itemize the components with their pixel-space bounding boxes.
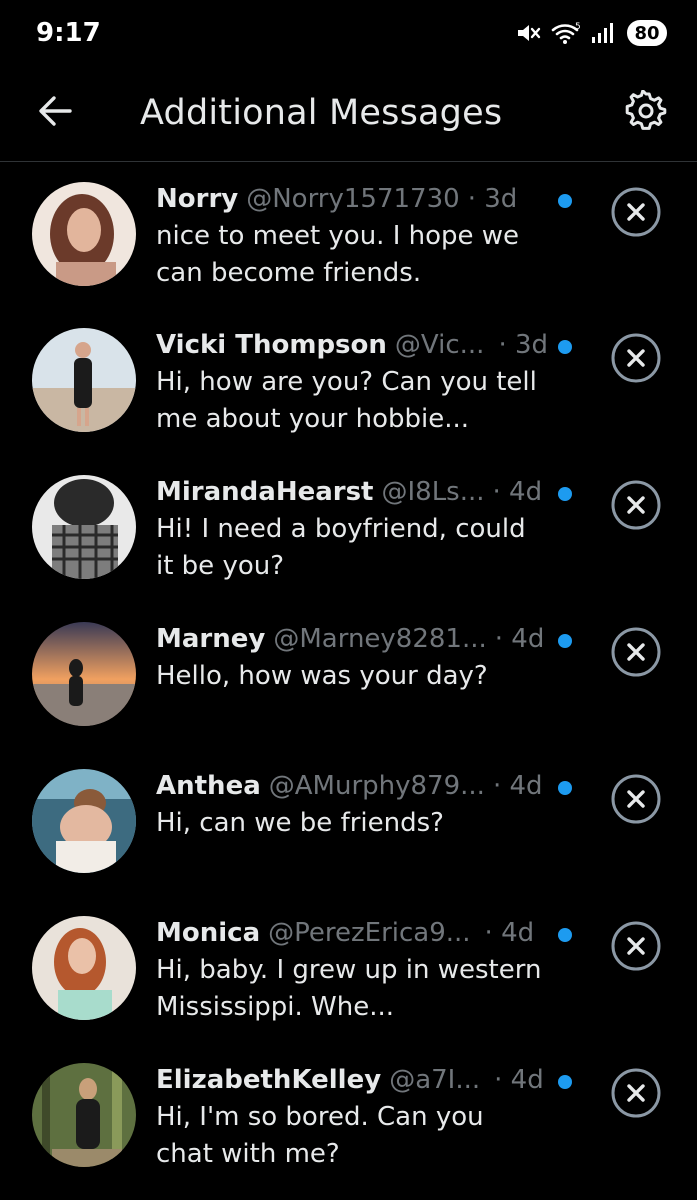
dismiss-button[interactable]	[610, 1067, 662, 1123]
message-time: · 3d	[498, 330, 546, 360]
message-time: · 4d	[494, 1065, 544, 1095]
message-content: Vicki Thompson @Vic... · 3d Hi, how are …	[156, 326, 546, 438]
signal-icon	[591, 21, 617, 45]
svg-text:5: 5	[575, 22, 581, 32]
dismiss-button[interactable]	[610, 186, 662, 242]
sender-name: Marney	[156, 624, 266, 654]
message-preview: Hi, can we be friends?	[156, 808, 444, 838]
message-preview: Hello, how was your day?	[156, 661, 488, 691]
unread-indicator	[558, 487, 572, 501]
avatar[interactable]	[32, 622, 136, 726]
message-preview: Hi, how are you? Can you tell me about y…	[156, 367, 537, 434]
message-header: ElizabethKelley @a7I... · 4d	[156, 1061, 546, 1099]
dismiss-button[interactable]	[610, 920, 662, 976]
message-time: · 4d	[492, 477, 543, 507]
message-time: · 4d	[494, 624, 545, 654]
unread-indicator	[558, 194, 572, 208]
message-content: Norry @Norry1571730 · 3d nice to meet yo…	[156, 180, 546, 292]
unread-indicator	[558, 340, 572, 354]
message-preview: nice to meet you. I hope we can become f…	[156, 221, 520, 288]
avatar[interactable]	[32, 1063, 136, 1167]
message-header: Vicki Thompson @Vic... · 3d	[156, 326, 546, 364]
message-time: · 4d	[484, 918, 535, 948]
message-preview: Hi, I'm so bored. Can you chat with me?	[156, 1102, 484, 1169]
message-header: Anthea @AMurphy879... · 4d	[156, 767, 546, 805]
message-header: MirandaHearst @I8Ls... · 4d	[156, 473, 546, 511]
back-arrow-icon	[37, 95, 73, 131]
message-row[interactable]: Marney @Marney8281... · 4d Hello, how wa…	[0, 602, 697, 748]
close-circle-icon	[610, 773, 662, 829]
header: Additional Messages	[0, 66, 697, 162]
settings-button[interactable]	[619, 86, 673, 140]
avatar[interactable]	[32, 328, 136, 432]
dismiss-button[interactable]	[610, 626, 662, 682]
message-row[interactable]: Norry @Norry1571730 · 3d nice to meet yo…	[0, 162, 697, 308]
message-preview: Hi! I need a boyfriend, could it be you?	[156, 514, 526, 581]
close-circle-icon	[610, 920, 662, 976]
avatar[interactable]	[32, 769, 136, 873]
sender-handle: @a7I...	[389, 1065, 481, 1095]
dismiss-button[interactable]	[610, 773, 662, 829]
dismiss-button[interactable]	[610, 332, 662, 388]
message-header: Marney @Marney8281... · 4d	[156, 620, 546, 658]
close-circle-icon	[610, 332, 662, 388]
gear-icon	[625, 89, 667, 136]
battery-icon: 80	[627, 20, 667, 46]
message-content: MirandaHearst @I8Ls... · 4d Hi! I need a…	[156, 473, 546, 585]
wifi-icon: 5	[551, 21, 581, 45]
status-icons: 5 80	[515, 18, 667, 48]
message-row[interactable]: MirandaHearst @I8Ls... · 4d Hi! I need a…	[0, 455, 697, 601]
unread-indicator	[558, 634, 572, 648]
page-title: Additional Messages	[140, 93, 503, 133]
sender-name: Norry	[156, 184, 239, 214]
sender-handle: @I8Ls...	[381, 477, 485, 507]
dismiss-button[interactable]	[610, 479, 662, 535]
unread-indicator	[558, 928, 572, 942]
status-bar: 9:17 5 80	[0, 0, 697, 66]
unread-indicator	[558, 1075, 572, 1089]
avatar[interactable]	[32, 182, 136, 286]
message-header: Monica @PerezErica9... · 4d	[156, 914, 546, 952]
sender-handle: @PerezErica9...	[268, 918, 471, 948]
message-row[interactable]: Vicki Thompson @Vic... · 3d Hi, how are …	[0, 308, 697, 454]
message-row[interactable]: Monica @PerezErica9... · 4d Hi, baby. I …	[0, 896, 697, 1042]
sender-handle: @AMurphy879...	[268, 771, 485, 801]
message-content: ElizabethKelley @a7I... · 4d Hi, I'm so …	[156, 1061, 546, 1173]
sender-handle: @Vic...	[394, 330, 485, 360]
close-circle-icon	[610, 1067, 662, 1123]
back-button[interactable]	[30, 88, 80, 138]
message-time: · 3d	[467, 184, 518, 214]
message-time: · 4d	[492, 771, 543, 801]
close-circle-icon	[610, 479, 662, 535]
sender-handle: @Marney8281...	[273, 624, 487, 654]
avatar[interactable]	[32, 916, 136, 1020]
sender-name: ElizabethKelley	[156, 1065, 382, 1095]
message-row[interactable]: ElizabethKelley @a7I... · 4d Hi, I'm so …	[0, 1043, 697, 1189]
sender-name: MirandaHearst	[156, 477, 374, 507]
message-row[interactable]: Anthea @AMurphy879... · 4d Hi, can we be…	[0, 749, 697, 895]
sender-handle: @Norry1571730	[246, 184, 460, 214]
unread-indicator	[558, 781, 572, 795]
sender-name: Vicki Thompson	[156, 330, 387, 360]
close-circle-icon	[610, 626, 662, 682]
avatar[interactable]	[32, 475, 136, 579]
message-content: Marney @Marney8281... · 4d Hello, how wa…	[156, 620, 546, 695]
message-preview: Hi, baby. I grew up in western Mississip…	[156, 955, 542, 1022]
sender-name: Anthea	[156, 771, 261, 801]
message-content: Anthea @AMurphy879... · 4d Hi, can we be…	[156, 767, 546, 842]
mute-icon	[515, 21, 541, 45]
message-content: Monica @PerezErica9... · 4d Hi, baby. I …	[156, 914, 546, 1026]
sender-name: Monica	[156, 918, 261, 948]
status-time: 9:17	[36, 18, 101, 48]
close-circle-icon	[610, 186, 662, 242]
message-header: Norry @Norry1571730 · 3d	[156, 180, 546, 218]
